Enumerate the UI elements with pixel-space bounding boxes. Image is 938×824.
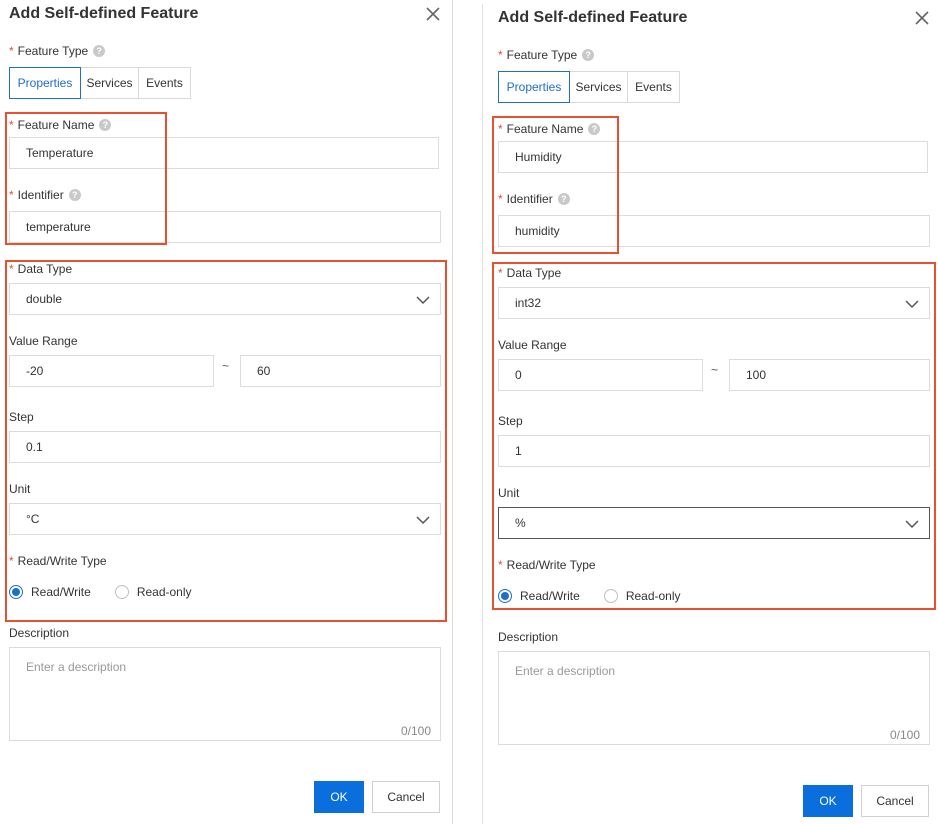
range-min-input[interactable]: 0 <box>498 359 703 391</box>
close-icon[interactable] <box>913 9 931 27</box>
help-icon: ? <box>557 193 570 205</box>
feature-dialog-right: Add Self-defined Feature * Feature Type? … <box>482 4 938 824</box>
range-max-input[interactable]: 60 <box>240 355 441 387</box>
description-counter: 0/100 <box>890 728 921 742</box>
tab-services[interactable]: Services <box>81 67 139 99</box>
tab-events[interactable]: Events <box>139 67 191 99</box>
description-placeholder: Enter a description <box>515 664 616 678</box>
rw-type-label: * Read/Write Type <box>9 554 107 568</box>
data-type-label: * Data Type <box>498 266 562 280</box>
range-min-input[interactable]: -20 <box>9 355 214 387</box>
step-input[interactable]: 0.1 <box>9 431 441 463</box>
ok-button[interactable]: OK <box>314 781 364 813</box>
rw-readwrite-radio[interactable] <box>9 585 23 599</box>
step-label: Step <box>9 410 34 424</box>
unit-value: % <box>515 516 526 530</box>
feature-type-tabs: Properties Services Events <box>498 71 680 103</box>
identifier-input[interactable]: temperature <box>9 211 441 243</box>
rw-type-label: * Read/Write Type <box>498 558 596 572</box>
range-separator: ~ <box>711 363 719 377</box>
ok-button[interactable]: OK <box>803 785 853 817</box>
description-label: Description <box>498 630 559 644</box>
data-type-value: double <box>26 292 63 306</box>
description-textarea[interactable]: Enter a description <box>9 647 441 741</box>
help-icon: ? <box>588 123 601 135</box>
rw-readonly-label[interactable]: Read-only <box>626 589 681 603</box>
identifier-label: * Identifier? <box>9 188 81 202</box>
tab-services[interactable]: Services <box>570 71 628 103</box>
unit-select[interactable]: °C <box>9 503 441 535</box>
rw-readwrite-label[interactable]: Read/Write <box>520 589 580 603</box>
tab-properties[interactable]: Properties <box>9 67 81 99</box>
help-icon: ? <box>93 45 106 57</box>
cancel-button[interactable]: Cancel <box>861 785 929 817</box>
step-label: Step <box>498 414 523 428</box>
feature-name-input[interactable]: Humidity <box>498 141 928 173</box>
dialog-title: Add Self-defined Feature <box>498 9 688 26</box>
description-counter: 0/100 <box>401 724 432 738</box>
feature-name-label: * Feature Name? <box>498 122 601 136</box>
chevron-down-icon <box>905 297 919 311</box>
value-range-label: Value Range <box>9 334 78 348</box>
rw-readonly-radio[interactable] <box>114 585 129 599</box>
help-icon: ? <box>582 49 595 61</box>
feature-dialog-left: Add Self-defined Feature * Feature Type? … <box>0 0 453 824</box>
data-type-value: int32 <box>515 296 542 310</box>
data-type-select[interactable]: int32 <box>498 287 930 319</box>
unit-label: Unit <box>9 482 31 496</box>
rw-readwrite-label[interactable]: Read/Write <box>31 585 91 599</box>
tab-events[interactable]: Events <box>628 71 680 103</box>
feature-type-label: * Feature Type? <box>9 44 106 58</box>
step-input[interactable]: 1 <box>498 435 930 467</box>
range-separator: ~ <box>222 359 230 373</box>
unit-label: Unit <box>498 486 520 500</box>
help-icon: ? <box>99 119 112 131</box>
unit-value: °C <box>26 512 40 526</box>
chevron-down-icon <box>416 513 430 527</box>
feature-name-input[interactable]: Temperature <box>9 137 439 169</box>
help-icon: ? <box>68 189 81 201</box>
chevron-down-icon <box>416 293 430 307</box>
data-type-select[interactable]: double <box>9 283 441 315</box>
dialog-title: Add Self-defined Feature <box>9 5 199 22</box>
rw-type-group: Read/Write Read-only <box>498 589 681 603</box>
description-label: Description <box>9 626 70 640</box>
data-type-label: * Data Type <box>9 262 73 276</box>
chevron-down-icon <box>905 517 919 531</box>
identifier-input[interactable]: humidity <box>498 215 930 247</box>
rw-readonly-radio[interactable] <box>603 589 618 603</box>
cancel-button[interactable]: Cancel <box>372 781 440 813</box>
description-textarea[interactable]: Enter a description <box>498 651 930 745</box>
rw-readonly-label[interactable]: Read-only <box>137 585 192 599</box>
unit-select[interactable]: % <box>498 507 930 539</box>
identifier-label: * Identifier? <box>498 192 570 206</box>
rw-readwrite-radio[interactable] <box>498 589 512 603</box>
tab-properties[interactable]: Properties <box>498 71 570 103</box>
feature-type-tabs: Properties Services Events <box>9 67 191 99</box>
feature-name-label: * Feature Name? <box>9 118 112 132</box>
value-range-label: Value Range <box>498 338 567 352</box>
rw-type-group: Read/Write Read-only <box>9 585 192 599</box>
description-placeholder: Enter a description <box>26 660 127 674</box>
close-icon[interactable] <box>424 5 442 23</box>
range-max-input[interactable]: 100 <box>729 359 930 391</box>
feature-type-label: * Feature Type? <box>498 48 595 62</box>
